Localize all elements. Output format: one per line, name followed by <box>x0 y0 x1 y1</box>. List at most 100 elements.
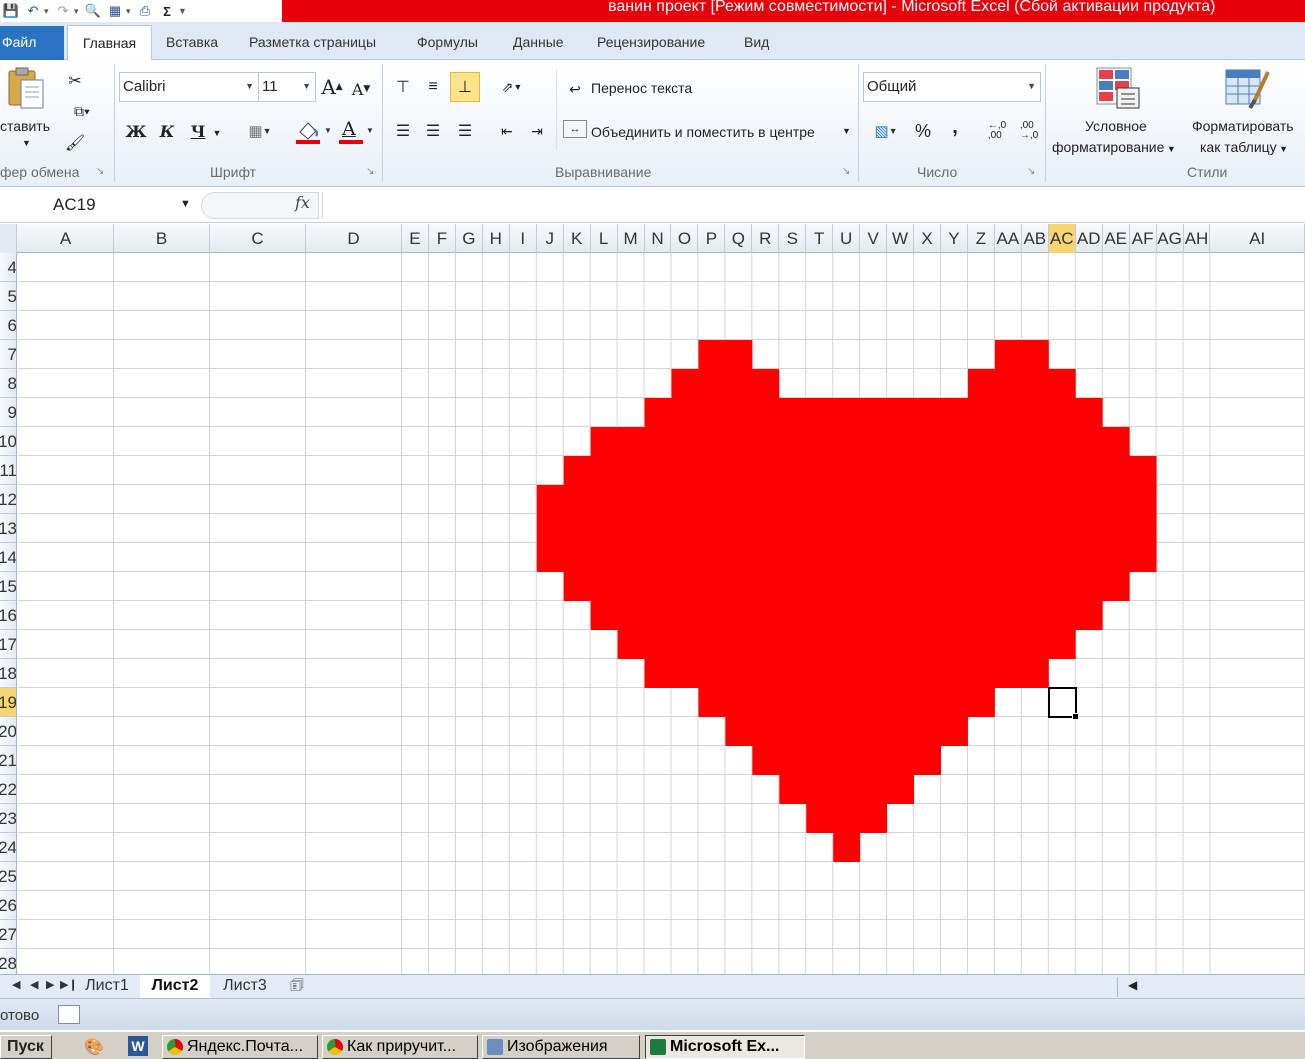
column-header-ae[interactable]: AE <box>1103 224 1130 253</box>
column-header-ab[interactable]: AB <box>1022 224 1049 253</box>
paste-icon[interactable] <box>6 66 46 112</box>
tab-view[interactable]: Вид <box>744 31 769 53</box>
row-header-23[interactable]: 23 <box>0 804 16 833</box>
autosum-icon[interactable]: Σ <box>156 1 178 21</box>
column-header-ah[interactable]: AH <box>1184 224 1211 253</box>
row-header-7[interactable]: 7 <box>0 340 16 369</box>
column-header-ad[interactable]: AD <box>1076 224 1103 253</box>
column-header-c[interactable]: C <box>210 224 306 253</box>
taskbar-item-excel[interactable]: Microsoft Ex... <box>645 1035 805 1059</box>
tab-home[interactable]: Главная <box>67 25 152 61</box>
tab-page-layout[interactable]: Разметка страницы <box>249 31 376 53</box>
decrease-indent-icon[interactable]: ⇤ <box>494 118 520 144</box>
tab-insert[interactable]: Вставка <box>166 31 218 53</box>
selected-cell[interactable] <box>1047 687 1079 720</box>
row-header-11[interactable]: 11 <box>0 456 16 485</box>
row-header-25[interactable]: 25 <box>0 862 16 891</box>
increase-indent-icon[interactable]: ⇥ <box>524 118 550 144</box>
font-launcher-icon[interactable]: ↘ <box>366 166 374 177</box>
tab-file[interactable]: Файл <box>0 26 64 60</box>
macro-record-icon[interactable] <box>58 1005 80 1024</box>
print-preview-icon[interactable]: 🔍 <box>82 1 104 21</box>
merge-dropdown-icon[interactable]: ▼ <box>842 126 851 136</box>
row-header-9[interactable]: 9 <box>0 398 16 427</box>
worksheet-grid[interactable] <box>18 253 1305 974</box>
column-header-r[interactable]: R <box>752 224 780 253</box>
table-icon[interactable]: ▦ <box>104 1 126 21</box>
row-header-21[interactable]: 21 <box>0 746 16 775</box>
row-header-6[interactable]: 6 <box>0 311 16 340</box>
row-header-4[interactable]: 4 <box>0 253 16 282</box>
word-icon[interactable]: W <box>128 1036 148 1056</box>
column-header-j[interactable]: J <box>537 224 564 253</box>
column-header-ai[interactable]: AI <box>1211 224 1305 253</box>
row-header-10[interactable]: 10 <box>0 427 16 456</box>
row-header-13[interactable]: 13 <box>0 514 16 543</box>
taskbar-item-images[interactable]: Изображения <box>482 1035 640 1059</box>
column-header-o[interactable]: O <box>672 224 699 253</box>
insert-function-button[interactable]: fx <box>295 193 310 212</box>
column-header-ac[interactable]: AC <box>1048 224 1076 253</box>
column-header-l[interactable]: L <box>591 224 618 253</box>
row-header-17[interactable]: 17 <box>0 630 16 659</box>
align-middle-icon[interactable]: ≡ <box>420 74 446 100</box>
merge-center-icon[interactable]: ↔ <box>563 120 587 138</box>
row-header-14[interactable]: 14 <box>0 543 16 572</box>
font-color-icon[interactable]: A ▼ <box>337 118 375 146</box>
align-left-icon[interactable]: ☰ <box>390 118 416 144</box>
column-header-x[interactable]: X <box>914 224 941 253</box>
grow-font-button[interactable]: A ▲ <box>320 74 344 100</box>
borders-icon[interactable]: ▦ ▼ <box>240 118 280 144</box>
conditional-formatting-button[interactable]: форматирование ▼ <box>1052 139 1176 155</box>
row-header-15[interactable]: 15 <box>0 572 16 601</box>
shrink-font-button[interactable]: A ▼ <box>350 76 372 102</box>
column-header-aa[interactable]: AA <box>995 224 1022 253</box>
redo-icon[interactable]: ↷ <box>52 1 74 21</box>
customize-qat-icon[interactable]: ▼ <box>178 6 187 16</box>
save-icon[interactable]: 💾 <box>0 1 22 21</box>
column-header-h[interactable]: H <box>483 224 510 253</box>
underline-dropdown-icon[interactable]: ▼ <box>210 120 224 146</box>
column-header-m[interactable]: M <box>618 224 645 253</box>
name-box-dropdown-icon[interactable]: ▼ <box>180 198 191 210</box>
column-header-k[interactable]: K <box>564 224 591 253</box>
column-header-i[interactable]: I <box>510 224 537 253</box>
row-header-20[interactable]: 20 <box>0 717 16 746</box>
row-header-22[interactable]: 22 <box>0 775 16 804</box>
align-top-icon[interactable]: ⊤ <box>390 74 416 100</box>
column-header-n[interactable]: N <box>645 224 672 253</box>
decrease-decimal-icon[interactable]: ,00 →,0 <box>1014 118 1044 144</box>
taskbar-item-yandex[interactable]: Яндекс.Почта... <box>162 1035 318 1059</box>
row-header-8[interactable]: 8 <box>0 369 16 398</box>
row-header-28[interactable]: 28 <box>0 949 16 974</box>
scroll-left-icon[interactable]: ◀ <box>1128 978 1137 992</box>
redo-dropdown-icon[interactable]: ▾ <box>74 6 82 17</box>
row-header-5[interactable]: 5 <box>0 282 16 311</box>
start-button[interactable]: Пуск <box>0 1035 52 1059</box>
undo-icon[interactable]: ↶ <box>22 1 44 21</box>
column-header-g[interactable]: G <box>456 224 483 253</box>
prev-sheet-icon[interactable]: ◀ <box>30 978 38 991</box>
column-header-d[interactable]: D <box>306 224 402 253</box>
column-header-u[interactable]: U <box>833 224 861 253</box>
column-header-f[interactable]: F <box>429 224 456 253</box>
column-header-v[interactable]: V <box>860 224 888 253</box>
conditional-formatting-line1[interactable]: Условное <box>1085 118 1147 134</box>
format-as-table-icon[interactable] <box>1224 66 1272 110</box>
row-header-12[interactable]: 12 <box>0 485 16 514</box>
bold-button[interactable]: Ж <box>124 118 148 144</box>
column-header-s[interactable]: S <box>779 224 807 253</box>
align-center-icon[interactable]: ☰ <box>420 118 446 144</box>
row-header-27[interactable]: 27 <box>0 920 16 949</box>
paste-dropdown-icon[interactable]: ▼ <box>22 138 31 148</box>
conditional-formatting-icon[interactable] <box>1095 66 1141 110</box>
column-header-e[interactable]: E <box>402 224 429 253</box>
new-sheet-icon[interactable]: 🗊 <box>280 975 314 998</box>
sheet-tab-2[interactable]: Лист2 <box>140 975 210 998</box>
italic-button[interactable]: К <box>155 118 179 144</box>
cut-icon[interactable]: ✂ <box>64 68 86 94</box>
undo-dropdown-icon[interactable]: ▾ <box>44 6 52 17</box>
alignment-launcher-icon[interactable]: ↘ <box>842 166 850 177</box>
column-header-z[interactable]: Z <box>968 224 995 253</box>
sheet-tab-1[interactable]: Лист1 <box>74 975 140 998</box>
